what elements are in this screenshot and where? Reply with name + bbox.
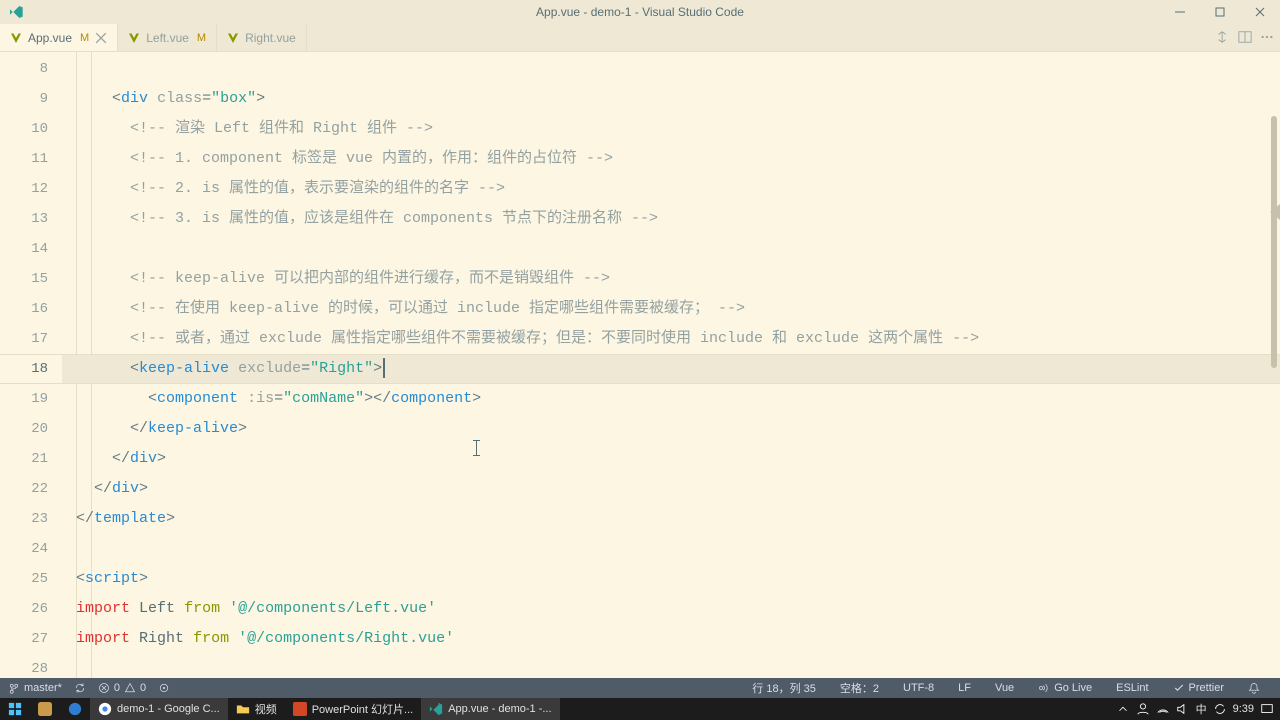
- taskbar-label: demo-1 - Google C...: [117, 703, 220, 715]
- close-button[interactable]: [1240, 0, 1280, 24]
- tray-sync-icon[interactable]: [1213, 702, 1227, 716]
- language-mode[interactable]: Vue: [995, 682, 1014, 694]
- text-caret: [383, 358, 385, 378]
- live-share-icon[interactable]: [158, 682, 170, 694]
- notifications-icon[interactable]: [1248, 682, 1260, 694]
- code-line: [62, 54, 1280, 84]
- tray-network-icon[interactable]: [1156, 702, 1170, 716]
- tray-notifications-icon[interactable]: [1260, 702, 1274, 716]
- system-tray: 中 9:39: [1116, 701, 1280, 717]
- tab-app-vue[interactable]: App.vue M: [0, 24, 118, 51]
- code-line: </template>: [62, 504, 1280, 534]
- tab-left-vue[interactable]: Left.vue M: [118, 24, 217, 51]
- scrollbar[interactable]: [1268, 52, 1280, 678]
- tray-clock[interactable]: 9:39: [1233, 703, 1254, 715]
- cursor-position[interactable]: 行 18，列 35: [752, 680, 816, 696]
- editor-ibeam-cursor: [476, 440, 477, 456]
- tray-chevron-icon[interactable]: [1116, 702, 1130, 716]
- code-line: <!-- 渲染 Left 组件和 Right 组件 -->: [62, 114, 1280, 144]
- code-line-active: <keep-alive exclude="Right">: [62, 354, 1280, 384]
- status-bar: master* 0 0 行 18，列 35 空格：2 UTF-8 LF Vue …: [0, 678, 1280, 698]
- code-line: <div class="box">: [62, 84, 1280, 114]
- code-line: import Right from '@/components/Right.vu…: [62, 624, 1280, 654]
- line-gutter: 8 910111213 14151617 18 1920212223 24252…: [0, 52, 62, 678]
- code-line: </div>: [62, 444, 1280, 474]
- code-line: <!-- keep-alive 可以把内部的组件进行缓存，而不是销毁组件 -->: [62, 264, 1280, 294]
- split-right-icon[interactable]: [1238, 30, 1252, 47]
- taskbar-label: PowerPoint 幻灯片...: [312, 701, 413, 717]
- tab-modified-indicator: M: [80, 32, 89, 44]
- tray-people-icon[interactable]: [1136, 702, 1150, 716]
- code-line: import Left from '@/components/Left.vue': [62, 594, 1280, 624]
- code-line: <!-- 2. is 属性的值，表示要渲染的组件的名字 -->: [62, 174, 1280, 204]
- vue-icon: [10, 32, 22, 44]
- vue-icon: [227, 32, 239, 44]
- code-line: [62, 534, 1280, 564]
- code-line: <!-- 在使用 keep-alive 的时候，可以通过 include 指定哪…: [62, 294, 1280, 324]
- taskbar-app[interactable]: [60, 698, 90, 720]
- go-live[interactable]: Go Live: [1038, 682, 1092, 694]
- problems[interactable]: 0 0: [98, 682, 146, 694]
- code-line: <!-- 3. is 属性的值，应该是组件在 components 节点下的注册…: [62, 204, 1280, 234]
- tray-ime[interactable]: 中: [1196, 701, 1207, 717]
- tab-close-icon[interactable]: [95, 32, 107, 44]
- tab-bar: App.vue M Left.vue M Right.vue: [0, 24, 1280, 52]
- tray-volume-icon[interactable]: [1176, 702, 1190, 716]
- eslint[interactable]: ESLint: [1116, 682, 1148, 694]
- code-line: <!-- 1. component 标签是 vue 内置的，作用：组件的占位符 …: [62, 144, 1280, 174]
- vscode-icon: [8, 4, 24, 20]
- taskbar-label: 视频: [255, 701, 277, 717]
- tab-modified-indicator: M: [197, 32, 206, 44]
- code-line: <script>: [62, 564, 1280, 594]
- title-bar: App.vue - demo-1 - Visual Studio Code: [0, 0, 1280, 24]
- code-line: </keep-alive>: [62, 414, 1280, 444]
- taskbar-folder[interactable]: 视频: [228, 698, 285, 720]
- windows-taskbar: demo-1 - Google C... 视频 PowerPoint 幻灯片..…: [0, 698, 1280, 720]
- code-line: <!-- 或者，通过 exclude 属性指定哪些组件不需要被缓存；但是：不要同…: [62, 324, 1280, 354]
- sync-button[interactable]: [74, 682, 86, 694]
- code-line: </div>: [62, 474, 1280, 504]
- tab-label: App.vue: [28, 31, 72, 45]
- taskbar-vscode[interactable]: App.vue - demo-1 -...: [421, 698, 559, 720]
- taskbar-powerpoint[interactable]: PowerPoint 幻灯片...: [285, 698, 421, 720]
- tab-right-vue[interactable]: Right.vue: [217, 24, 307, 51]
- prettier[interactable]: Prettier: [1173, 682, 1224, 694]
- window-title: App.vue - demo-1 - Visual Studio Code: [536, 5, 744, 19]
- code-line: [62, 234, 1280, 264]
- editor-actions: [1216, 24, 1274, 52]
- more-icon[interactable]: [1260, 30, 1274, 47]
- maximize-button[interactable]: [1200, 0, 1240, 24]
- encoding[interactable]: UTF-8: [903, 682, 934, 694]
- taskbar-chrome[interactable]: demo-1 - Google C...: [90, 698, 228, 720]
- tab-label: Right.vue: [245, 31, 296, 45]
- code-area[interactable]: <div class="box"> <!-- 渲染 Left 组件和 Right…: [62, 52, 1280, 678]
- taskbar-label: App.vue - demo-1 -...: [448, 703, 551, 715]
- indentation[interactable]: 空格：2: [840, 680, 879, 696]
- minimize-button[interactable]: [1160, 0, 1200, 24]
- vue-icon: [128, 32, 140, 44]
- tab-label: Left.vue: [146, 31, 189, 45]
- eol[interactable]: LF: [958, 682, 971, 694]
- compare-icon[interactable]: [1216, 30, 1230, 47]
- code-editor[interactable]: 8 910111213 14151617 18 1920212223 24252…: [0, 52, 1280, 678]
- taskbar-app[interactable]: [30, 698, 60, 720]
- window-controls: [1160, 0, 1280, 24]
- git-branch[interactable]: master*: [8, 682, 62, 694]
- start-button[interactable]: [0, 698, 30, 720]
- code-line: <component :is="comName"></component>: [62, 384, 1280, 414]
